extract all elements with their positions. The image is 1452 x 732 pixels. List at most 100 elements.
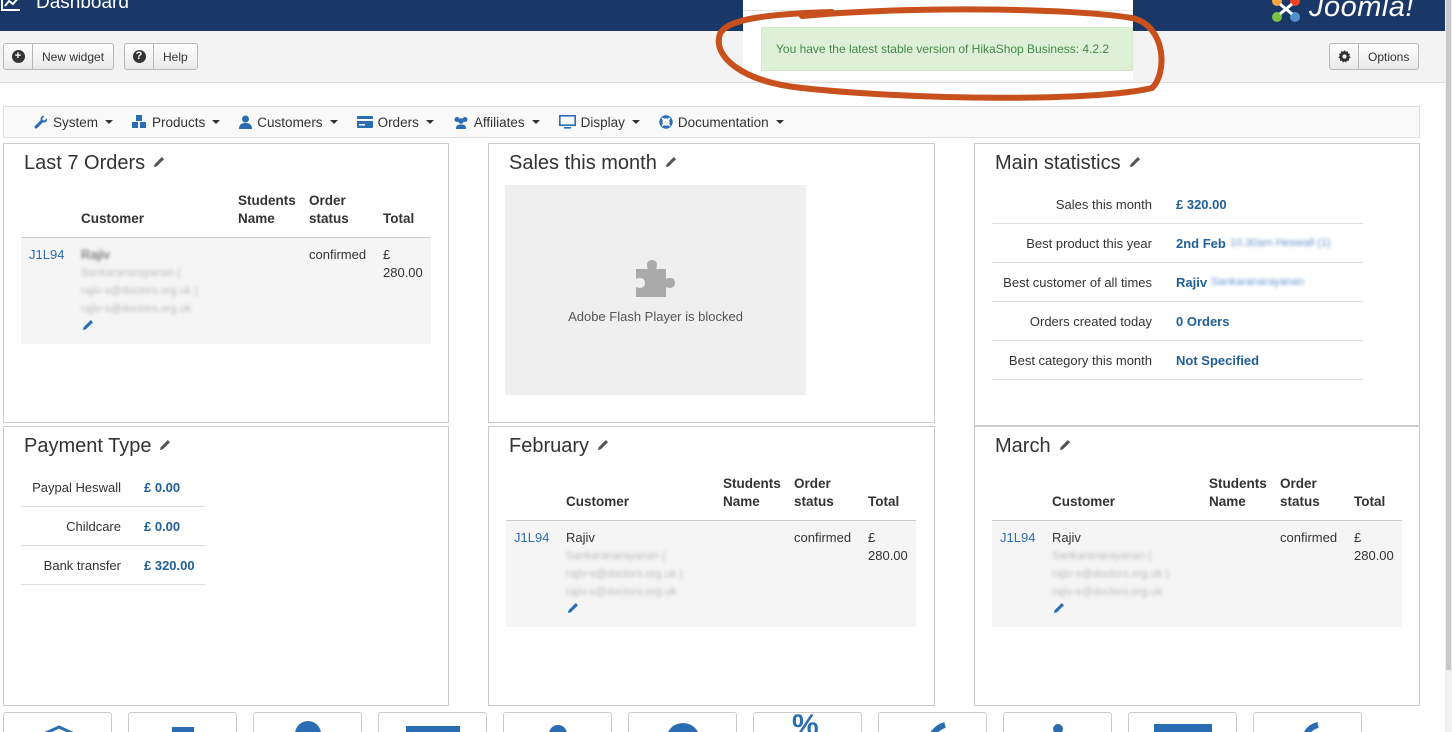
edit-pencil-icon[interactable]: [1128, 152, 1142, 175]
wrench-icon: [34, 115, 48, 129]
toolbar: + New widget ? Help Options: [0, 31, 1445, 83]
table-header: Customer Students Name Order status Tota…: [992, 476, 1402, 521]
panel-title: February: [509, 435, 590, 457]
table-row: J1L94 Rajiv Sankaranarayanan ( rajiv-s@d…: [21, 238, 431, 344]
edit-pencil-icon[interactable]: [158, 435, 172, 458]
stat-row: Bank transfer £ 320.00: [21, 546, 205, 585]
panel-title: Last 7 Orders: [24, 152, 146, 174]
joomla-logo: Joomla!: [1269, 0, 1414, 24]
order-status: confirmed: [1280, 530, 1338, 545]
caret-down-icon: [425, 120, 434, 124]
caret-down-icon: [329, 120, 338, 124]
scrollbar-thumb[interactable]: [1446, 0, 1451, 670]
best-product-link[interactable]: 2nd Feb: [1176, 236, 1226, 251]
question-circle-icon: ?: [125, 44, 154, 69]
stat-row: Paypal Heswall £ 0.00: [21, 468, 205, 507]
page-title: Dashboard: [0, 0, 129, 14]
quick-icon-monitor[interactable]: [1128, 712, 1237, 732]
puzzle-piece-icon: [635, 259, 675, 297]
order-number-link[interactable]: J1L94: [29, 246, 64, 264]
menu-display[interactable]: Display: [558, 115, 640, 130]
orders-table: Customer Students Name Order status Tota…: [992, 476, 1402, 627]
panel-title: Sales this month: [509, 152, 657, 174]
user-icon: [294, 721, 321, 732]
quick-icon-tools[interactable]: [1253, 712, 1362, 732]
customer-email: rajiv-s@doctors.org.uk: [81, 303, 192, 315]
wrench-icon: [1304, 722, 1319, 732]
quick-icon-display[interactable]: [878, 712, 987, 732]
users-icon: [453, 116, 469, 129]
caret-down-icon: [105, 120, 114, 124]
best-customer-link[interactable]: Rajiv: [1176, 275, 1207, 290]
order-status: confirmed: [794, 530, 852, 545]
customer-name: Rajiv: [1052, 530, 1081, 545]
panel-title: Main statistics: [995, 152, 1121, 174]
caret-down-icon: [775, 120, 784, 124]
chart-line-icon: [1, 0, 20, 11]
joomla-logo-icon: [1271, 0, 1300, 22]
options-button[interactable]: Options: [1329, 43, 1420, 70]
stat-row: Best category this month Not Specified: [992, 341, 1363, 380]
march-orders-panel: March Customer Students Name Order statu…: [974, 426, 1420, 706]
menu-system[interactable]: System: [34, 115, 114, 130]
orders-table: Customer Students Name Order status Tota…: [506, 476, 916, 627]
credit-card-icon: [356, 116, 373, 128]
quick-icon-orders[interactable]: [378, 712, 487, 732]
help-button[interactable]: ? Help: [124, 43, 198, 70]
order-total: 280.00: [868, 548, 908, 563]
edit-pencil-icon[interactable]: [1052, 601, 1066, 620]
stat-row: Best customer of all times Rajiv Sankara…: [992, 263, 1363, 302]
edit-pencil-icon[interactable]: [566, 601, 580, 620]
info-icon: [1052, 724, 1063, 732]
order-number-link[interactable]: J1L94: [1000, 529, 1035, 547]
life-ring-icon: [665, 723, 700, 732]
quick-icon-affiliates[interactable]: [503, 712, 612, 732]
quick-icon-products[interactable]: [128, 712, 237, 732]
quick-icon-customers[interactable]: [253, 712, 362, 732]
life-ring-icon: [659, 115, 673, 129]
quick-icon-discounts[interactable]: %: [753, 712, 862, 732]
edit-pencil-icon[interactable]: [81, 318, 95, 337]
monitor-icon: [558, 115, 576, 129]
table-row: J1L94 Rajiv Sankaranarayanan ( rajiv-s@d…: [992, 521, 1402, 627]
menu-customers[interactable]: Customers: [239, 115, 338, 130]
stat-row: Best product this year 2nd Feb 10.30am H…: [992, 224, 1363, 263]
box-icon: [171, 727, 194, 732]
quick-icon-help[interactable]: [628, 712, 737, 732]
update-notice: You have the latest stable version of Hi…: [761, 27, 1133, 71]
menu-documentation[interactable]: Documentation: [659, 115, 784, 130]
edit-pencil-icon[interactable]: [152, 152, 166, 175]
edit-pencil-icon[interactable]: [1058, 435, 1072, 458]
customer-email-line: rajiv-s@doctors.org.uk ): [81, 285, 198, 297]
last-7-orders-panel: Last 7 Orders Customer Students Name Ord…: [3, 143, 449, 423]
plus-circle-icon: +: [4, 44, 33, 69]
orders-table: Customer Students Name Order status Tota…: [21, 193, 431, 344]
menu-products[interactable]: Products: [132, 115, 221, 130]
panel-title: March: [995, 435, 1051, 457]
stat-row: Sales this month £ 320.00: [992, 185, 1363, 224]
order-number-link[interactable]: J1L94: [514, 529, 549, 547]
caret-down-icon: [212, 120, 221, 124]
flash-blocked-placeholder[interactable]: Adobe Flash Player is blocked: [505, 185, 806, 395]
menu-orders[interactable]: Orders: [356, 115, 434, 130]
user-icon: [239, 115, 253, 129]
customer-email: rajiv-s@doctors.org.uk: [566, 586, 677, 598]
brush-icon: [930, 722, 946, 732]
customer-last-name: Sankaranarayanan (: [1052, 550, 1152, 562]
edit-pencil-icon[interactable]: [596, 435, 610, 458]
caret-down-icon: [631, 120, 640, 124]
quick-icon-system[interactable]: [3, 712, 112, 732]
percent-icon: %: [792, 712, 819, 732]
menu-affiliates[interactable]: Affiliates: [453, 115, 540, 130]
edit-pencil-icon[interactable]: [664, 152, 678, 175]
gear-icon: [1330, 44, 1359, 69]
table-row: J1L94 Rajiv Sankaranarayanan ( rajiv-s@d…: [506, 521, 916, 627]
credit-card-icon: [405, 726, 460, 732]
quick-icon-info[interactable]: [1003, 712, 1112, 732]
vertical-scrollbar[interactable]: [1445, 0, 1452, 732]
panel-title: Payment Type: [24, 435, 152, 457]
main-statistics-panel: Main statistics Sales this month £ 320.0…: [974, 143, 1420, 426]
order-total-currency: £: [868, 530, 876, 545]
sales-this-month-panel: Sales this month Adobe Flash Player is b…: [488, 143, 935, 423]
new-widget-button[interactable]: + New widget: [3, 43, 115, 70]
